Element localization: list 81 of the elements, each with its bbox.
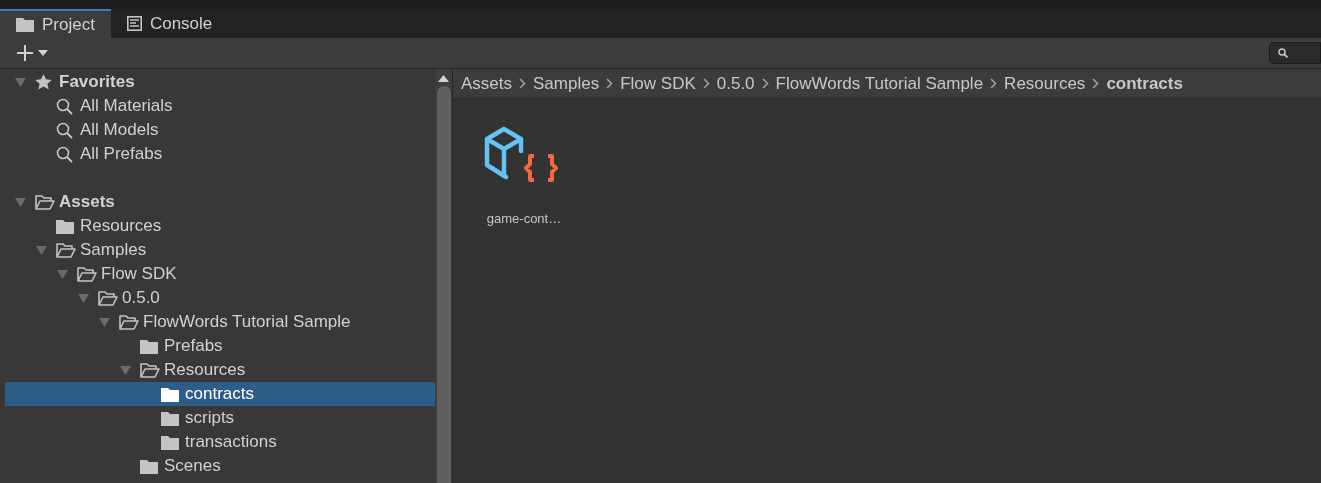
breadcrumb-link[interactable]: FlowWords Tutorial Sample <box>775 70 984 97</box>
tree-item[interactable]: Scenes <box>5 454 435 478</box>
tree-item[interactable]: All Models <box>5 118 435 142</box>
folder-icon <box>161 410 179 426</box>
folder-icon <box>161 386 179 402</box>
breadcrumb-link[interactable]: Resources <box>1004 70 1086 97</box>
search-icon <box>1278 48 1288 58</box>
tree-item[interactable]: FlowWords Tutorial Sample <box>5 310 435 334</box>
tree-item[interactable]: All Prefabs <box>5 142 435 166</box>
tree-item[interactable]: Resources <box>5 214 435 238</box>
chevron-right-icon <box>519 78 527 89</box>
caret-icon <box>38 50 48 56</box>
tree-label: All Prefabs <box>80 143 163 166</box>
search-icon <box>56 121 73 139</box>
folder-icon <box>140 338 158 354</box>
tree-label: transactions <box>185 431 277 454</box>
open-folder-icon <box>119 314 139 330</box>
tree-item[interactable]: scripts <box>5 406 435 430</box>
chevron-right-icon <box>606 78 614 89</box>
tree-label: Resources <box>164 359 246 382</box>
tree-label: All Materials <box>80 95 173 118</box>
scrollbar[interactable] <box>435 69 453 483</box>
open-folder-icon <box>77 266 97 282</box>
tree-item[interactable]: Prefabs <box>5 334 435 358</box>
tree-label: Samples <box>80 239 147 262</box>
tree-item[interactable]: All Materials <box>5 94 435 118</box>
panel-tab[interactable]: Console <box>110 9 229 38</box>
search-icon <box>56 97 73 115</box>
breadcrumb-link[interactable]: 0.5.0 <box>716 70 755 97</box>
asset-tile[interactable]: game-cont… <box>479 121 569 229</box>
tree-item[interactable]: Flow SDK <box>5 262 435 286</box>
star-icon <box>35 74 52 90</box>
asset-name: game-cont… <box>486 210 562 228</box>
open-folder-icon <box>98 290 118 306</box>
tree-label: 0.5.0 <box>122 287 160 310</box>
tree-label: contracts <box>185 383 254 406</box>
open-folder-icon <box>35 194 55 210</box>
chevron-right-icon <box>990 78 998 89</box>
scroll-up-icon[interactable] <box>438 75 449 82</box>
folder-icon <box>16 17 34 32</box>
tree-label: Scenes <box>164 455 221 478</box>
tree-label: scripts <box>185 407 235 430</box>
tree-label: All Models <box>80 119 159 142</box>
folder-icon <box>161 434 179 450</box>
tree-item[interactable]: Resources <box>5 358 435 382</box>
expanded-arrow-icon[interactable] <box>15 77 26 87</box>
tree-label: Flow SDK <box>101 263 177 286</box>
panel-tab[interactable]: Project <box>0 9 111 38</box>
console-icon <box>126 16 142 31</box>
tree-item[interactable]: contracts <box>5 382 435 406</box>
scrollbar-thumb[interactable] <box>436 86 451 483</box>
expanded-arrow-icon[interactable] <box>120 365 131 375</box>
tree-item[interactable]: 0.5.0 <box>5 286 435 310</box>
expanded-arrow-icon[interactable] <box>99 317 110 327</box>
tree-label: Resources <box>80 215 162 238</box>
tree-item[interactable]: Favorites <box>5 70 435 94</box>
tree-label: Favorites <box>59 71 135 94</box>
breadcrumb-link[interactable]: Flow SDK <box>620 70 696 97</box>
expanded-arrow-icon[interactable] <box>78 293 89 303</box>
open-folder-icon <box>56 242 76 258</box>
chevron-right-icon <box>761 78 769 89</box>
open-folder-icon <box>140 362 160 378</box>
expanded-arrow-icon[interactable] <box>15 197 26 207</box>
expanded-arrow-icon[interactable] <box>36 245 47 255</box>
tree-label: Assets <box>59 191 115 214</box>
breadcrumb-link[interactable]: Assets <box>461 70 513 97</box>
breadcrumb-link[interactable]: contracts <box>1106 70 1183 97</box>
search-field[interactable] <box>1269 42 1321 64</box>
tree-item[interactable]: Assets <box>5 190 435 214</box>
tree-item[interactable]: Samples <box>5 238 435 262</box>
folder-icon <box>56 218 74 234</box>
tree-label: Prefabs <box>164 335 223 358</box>
tree-label: FlowWords Tutorial Sample <box>143 311 351 334</box>
breadcrumb-link[interactable]: Samples <box>533 70 600 97</box>
chevron-right-icon <box>702 78 710 89</box>
tree-item[interactable]: transactions <box>5 430 435 454</box>
search-icon <box>56 145 73 163</box>
expanded-arrow-icon[interactable] <box>57 269 68 279</box>
chevron-right-icon <box>1092 78 1100 89</box>
plus-icon <box>16 44 34 62</box>
folder-icon <box>140 458 158 474</box>
